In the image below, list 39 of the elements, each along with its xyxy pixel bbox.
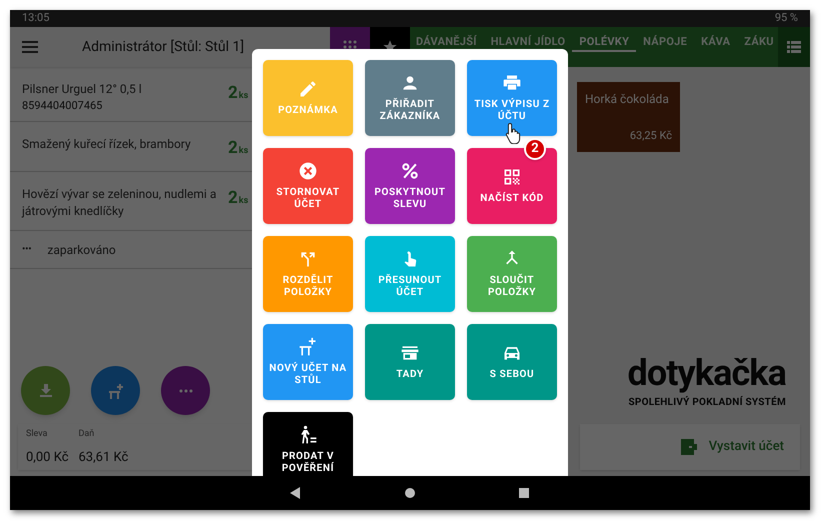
item-name: Hovězí vývar se zeleninou, nudlemi a játrovými knedlíčky xyxy=(22,186,218,220)
category-tab[interactable]: HLAVNÍ JÍDLO xyxy=(484,35,572,50)
parked-label: zaparkováno xyxy=(47,242,116,258)
action-tile[interactable]: SLOUČIT POLOŽKY xyxy=(467,236,557,312)
action-tile[interactable]: STORNOVAT ÚČET xyxy=(263,148,353,224)
more-icon: ••• xyxy=(22,242,32,257)
category-tab[interactable]: KÁVA xyxy=(694,35,738,50)
action-tile[interactable]: ROZDĚLIT POLOŽKY xyxy=(263,236,353,312)
product-tile[interactable]: Horká čokoláda 63,25 Kč xyxy=(577,82,680,152)
action-tile[interactable]: PŘESUNOUT ÚČET xyxy=(365,236,455,312)
action-tile[interactable]: S SEBOU xyxy=(467,324,557,400)
summary-label: Daň xyxy=(78,428,96,441)
status-time: 13:05 xyxy=(22,10,50,26)
category-tab[interactable]: NÁPOJE xyxy=(636,35,694,50)
action-tile[interactable]: TADY xyxy=(365,324,455,400)
product-name: Horká čokoláda xyxy=(585,91,670,108)
action-tile[interactable]: PRODAT V POVĚŘENÍ xyxy=(263,412,353,476)
battery-level: 95 % xyxy=(774,10,798,26)
action-tile[interactable]: NOVÝ UČET NA STŮL xyxy=(263,324,353,400)
logo-tagline: SPOLEHLIVÝ POKLADNÍ SYSTÉM xyxy=(628,395,786,410)
item-quantity: 2ks xyxy=(228,137,248,160)
item-quantity: 2ks xyxy=(228,82,248,105)
category-tab[interactable]: ZÁKU xyxy=(737,35,778,50)
summary-value: 0,00 Kč xyxy=(26,448,68,466)
action-tile[interactable]: POSKYTNOUT SLEVU xyxy=(365,148,455,224)
action-tile[interactable]: POZNÁMKA xyxy=(263,60,353,136)
item-name: Pilsner Urguel 12° 0,5 l xyxy=(22,81,143,98)
category-tab[interactable]: POLÉVKY xyxy=(572,35,636,52)
window-title: Administrátor [Stůl: Stůl 1] xyxy=(82,38,244,56)
summary-value: 63,61 Kč xyxy=(78,448,128,466)
item-code: 8594404007465 xyxy=(22,98,104,114)
summary-label: Sleva xyxy=(26,428,48,441)
product-price: 63,25 Kč xyxy=(630,128,672,144)
action-tile[interactable]: TISK VÝPISU Z ÚČTU xyxy=(467,60,557,136)
item-quantity: 2ks xyxy=(228,187,248,210)
category-tab[interactable]: DÁVANĚJŠÍ xyxy=(410,35,484,50)
item-name: Smažený kuřecí řízek, brambory xyxy=(22,136,192,153)
logo-wordmark: dotykačka xyxy=(627,355,786,391)
action-tile[interactable]: PŘIŘADIT ZÁKAZNÍKA xyxy=(365,60,455,136)
